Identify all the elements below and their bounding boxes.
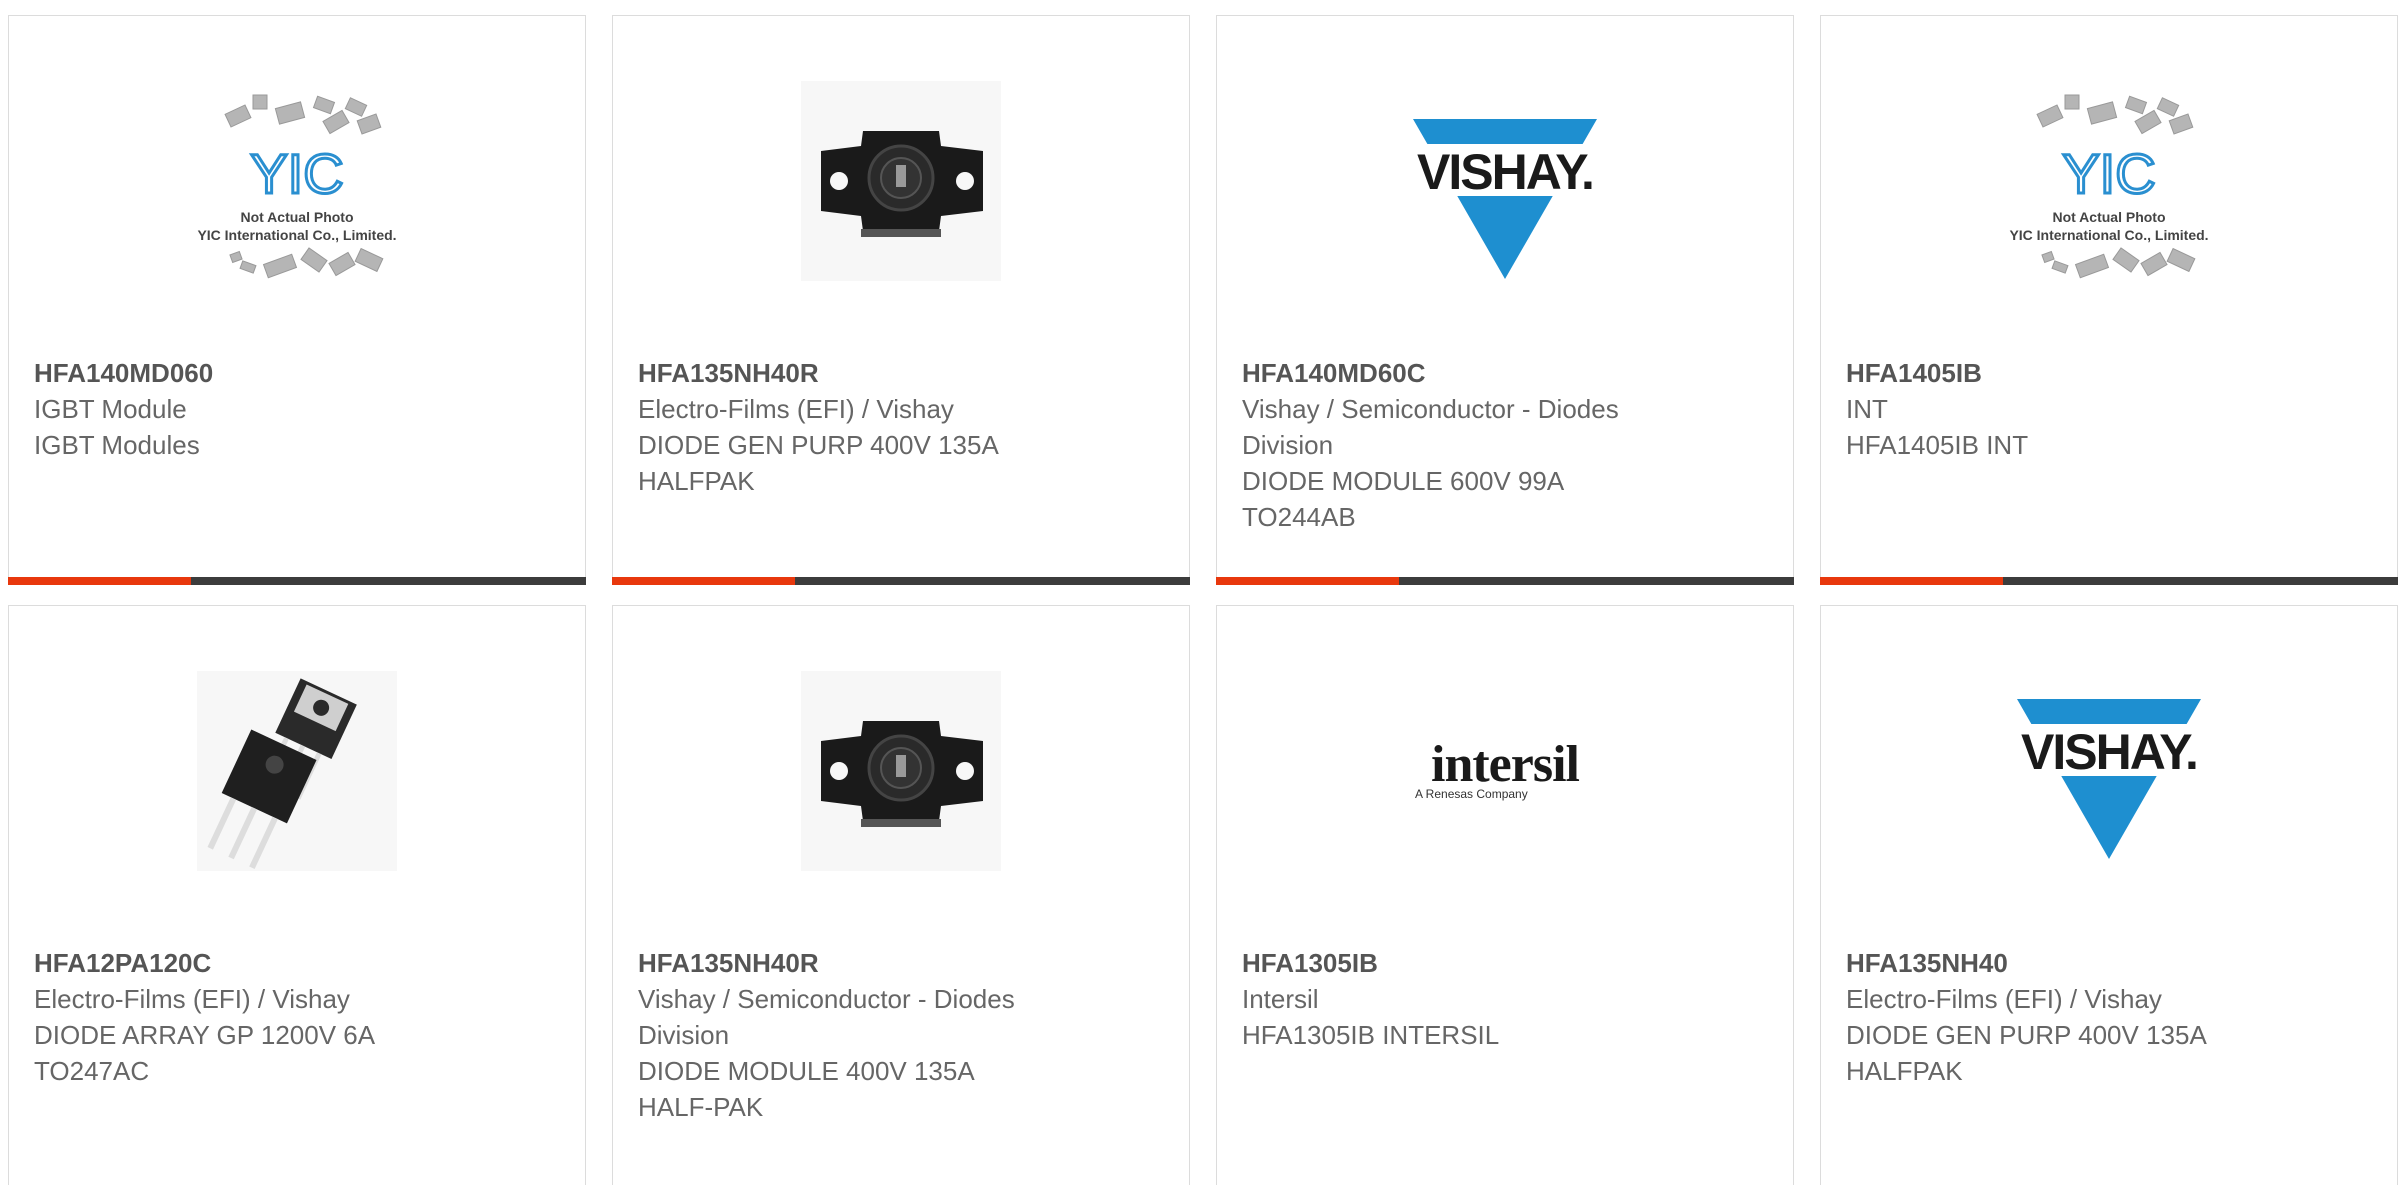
description: DIODE GEN PURP 400V 135A xyxy=(1846,1020,2207,1050)
card-bottom-bar xyxy=(1216,577,1794,585)
part-number[interactable]: HFA140MD060 xyxy=(34,355,565,391)
part-number[interactable]: HFA135NH40 xyxy=(1846,945,2377,981)
manufacturer: Intersil xyxy=(1242,984,1319,1014)
part-number[interactable]: HFA140MD60C xyxy=(1242,355,1773,391)
part-number[interactable]: HFA1305IB xyxy=(1242,945,1773,981)
description: HFA1305IB INTERSIL xyxy=(1242,1020,1500,1050)
package: TO247AC xyxy=(34,1056,150,1086)
manufacturer: Vishay / Semiconductor - Diodes xyxy=(1242,394,1619,424)
package: HALFPAK xyxy=(638,466,755,496)
card-accent-bar xyxy=(8,577,191,585)
description: DIODE MODULE 400V 135A xyxy=(638,1056,975,1086)
intersil-logo-subtitle: A Renesas Company xyxy=(1415,787,1528,801)
placeholder-caption: Not Actual Photo xyxy=(2052,209,2165,225)
product-card[interactable]: HFA12PA120C Electro-Films (EFI) / Vishay… xyxy=(8,605,586,1185)
card-accent-bar xyxy=(1820,577,2003,585)
manufacturer-division: Division xyxy=(1242,430,1334,460)
vishay-logo-image[interactable]: VISHAY. xyxy=(1405,81,1605,281)
description: IGBT Modules xyxy=(34,430,200,460)
placeholder-company: YIC International Co., Limited. xyxy=(2009,227,2208,243)
card-bottom-bar xyxy=(8,577,586,585)
halfpak-module-image[interactable] xyxy=(801,81,1001,281)
intersil-logo-text: intersil xyxy=(1431,736,1580,793)
part-number[interactable]: HFA135NH40R xyxy=(638,945,1169,981)
manufacturer: Electro-Films (EFI) / Vishay xyxy=(34,984,350,1014)
product-card[interactable]: YIC Not Actual Photo YIC International C… xyxy=(8,15,586,585)
manufacturer: IGBT Module xyxy=(34,394,187,424)
placeholder-company: YIC International Co., Limited. xyxy=(197,227,396,243)
part-number[interactable]: HFA135NH40R xyxy=(638,355,1169,391)
card-bottom-bar xyxy=(1820,577,2398,585)
manufacturer-division: Division xyxy=(638,1020,730,1050)
description: DIODE GEN PURP 400V 135A xyxy=(638,430,999,460)
product-card[interactable]: VISHAY. HFA140MD60C Vishay / Semiconduct… xyxy=(1216,15,1794,585)
vishay-logo-image[interactable]: VISHAY. xyxy=(2009,671,2209,871)
manufacturer: Electro-Films (EFI) / Vishay xyxy=(1846,984,2162,1014)
vishay-logo-text: VISHAY. xyxy=(1417,144,1593,200)
manufacturer: Vishay / Semiconductor - Diodes xyxy=(638,984,1015,1014)
product-image-placeholder[interactable]: YIC Not Actual Photo YIC International C… xyxy=(197,81,397,281)
description: HFA1405IB INT xyxy=(1846,430,2029,460)
product-image-placeholder[interactable]: YIC Not Actual Photo YIC International C… xyxy=(2009,81,2209,281)
product-card[interactable]: intersil A Renesas Company HFA1305IB Int… xyxy=(1216,605,1794,1185)
manufacturer: INT xyxy=(1846,394,1888,424)
card-accent-bar xyxy=(1216,577,1399,585)
product-card[interactable]: YIC Not Actual Photo YIC International C… xyxy=(1820,15,2398,585)
to247-package-image[interactable] xyxy=(197,671,397,871)
description: DIODE ARRAY GP 1200V 6A xyxy=(34,1020,376,1050)
product-card[interactable]: HFA135NH40R Electro-Films (EFI) / Vishay… xyxy=(612,15,1190,585)
yic-logo: YIC xyxy=(2062,142,2155,205)
halfpak-module-image[interactable] xyxy=(801,671,1001,871)
card-bottom-bar xyxy=(612,577,1190,585)
part-number[interactable]: HFA12PA120C xyxy=(34,945,565,981)
intersil-logo-image[interactable]: intersil A Renesas Company xyxy=(1405,671,1605,871)
package: HALFPAK xyxy=(1846,1056,1963,1086)
card-accent-bar xyxy=(612,577,795,585)
product-card[interactable]: VISHAY. HFA135NH40 Electro-Films (EFI) /… xyxy=(1820,605,2398,1185)
yic-logo: YIC xyxy=(250,142,343,205)
vishay-logo-text: VISHAY. xyxy=(2021,724,2197,780)
product-card[interactable]: HFA135NH40R Vishay / Semiconductor - Dio… xyxy=(612,605,1190,1185)
manufacturer: Electro-Films (EFI) / Vishay xyxy=(638,394,954,424)
placeholder-caption: Not Actual Photo xyxy=(240,209,353,225)
description: DIODE MODULE 600V 99A xyxy=(1242,466,1565,496)
part-number[interactable]: HFA1405IB xyxy=(1846,355,2377,391)
package: TO244AB xyxy=(1242,502,1356,532)
package: HALF-PAK xyxy=(638,1092,764,1122)
